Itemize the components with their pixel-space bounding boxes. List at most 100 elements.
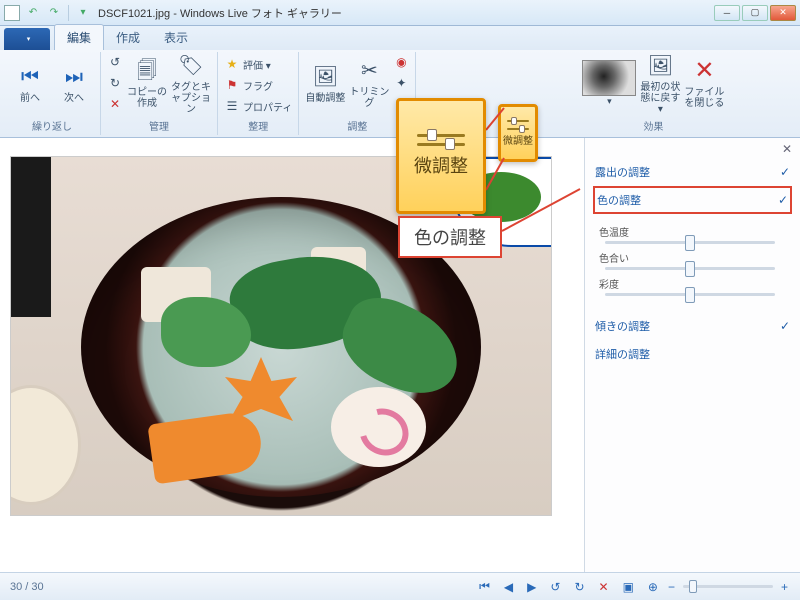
section-exposure[interactable]: 露出の調整 ✓	[593, 158, 792, 186]
group-manage-label: 管理	[149, 118, 169, 133]
redo-icon[interactable]: ↷	[45, 4, 63, 22]
file-menu-button[interactable]	[4, 28, 50, 50]
close-button[interactable]: ✕	[770, 5, 796, 21]
status-delete-button[interactable]: ✕	[597, 580, 611, 594]
group-organize: ★評価 ▾ ⚑フラグ ☰プロパティ 整理	[218, 52, 299, 135]
fine-tune-callout: 微調整	[396, 98, 486, 214]
status-rotate-left-button[interactable]: ↺	[548, 580, 562, 594]
next-label: 次へ	[64, 93, 84, 104]
section-straighten[interactable]: 傾きの調整 ✓	[593, 312, 792, 340]
auto-adjust-button[interactable]: 🖼 自動調整	[305, 50, 345, 116]
copy-icon: 🗐	[133, 57, 161, 85]
zoom-thumb[interactable]	[689, 580, 697, 593]
maximize-button[interactable]: ▢	[742, 5, 768, 21]
rating-button[interactable]: ★評価 ▾	[224, 54, 292, 74]
redeye-icon: ◉	[393, 54, 409, 70]
next-button[interactable]: ⏭ 次へ	[54, 50, 94, 116]
slider-saturation: 彩度	[599, 276, 790, 296]
tab-view[interactable]: 表示	[152, 25, 200, 50]
tab-edit[interactable]: 編集	[54, 24, 104, 50]
status-rotate-right-button[interactable]: ↻	[572, 580, 586, 594]
zoom-out-button[interactable]: −	[666, 580, 677, 594]
group-manage: ↺ ↻ ✕ 🗐 コピーの作成 🏷 タグとキャプション 管理	[101, 52, 218, 135]
crop-label: トリミング	[349, 87, 389, 109]
slider-tint: 色合い	[599, 250, 790, 270]
flag-icon: ⚑	[224, 77, 240, 93]
slider-temperature-track[interactable]	[605, 241, 775, 244]
status-next-button[interactable]: ▶	[525, 580, 538, 594]
tag-icon: 🏷	[177, 52, 205, 80]
fine-tune-callout-label: 微調整	[414, 152, 468, 178]
next-icon: ⏭	[60, 63, 88, 91]
prev-label: 前へ	[20, 93, 40, 104]
panel-close-button[interactable]: ✕	[782, 142, 792, 156]
revert-button[interactable]: 🖼 最初の状態に戻す ▾	[640, 50, 680, 116]
color-adjust-callout-label: 色の調整	[414, 228, 486, 248]
window-controls: ─ ▢ ✕	[714, 5, 796, 21]
crop-button[interactable]: ✂ トリミング	[349, 50, 389, 116]
effect-thumbnail	[582, 60, 636, 96]
slider-saturation-track[interactable]	[605, 293, 775, 296]
callout-connector-2	[500, 183, 590, 243]
title-filename: DSCF1021.jpg	[98, 8, 170, 20]
delete-button[interactable]: ✕	[107, 94, 123, 114]
slider-tint-track[interactable]	[605, 267, 775, 270]
zoom-control: ⊕ − +	[646, 580, 790, 594]
flag-button[interactable]: ⚑フラグ	[224, 75, 292, 95]
slider-thumb[interactable]	[685, 235, 695, 251]
zoom-in-button[interactable]: +	[779, 580, 790, 594]
tag-caption-label: タグとキャプション	[171, 82, 211, 115]
group-adjust-label: 調整	[347, 118, 367, 133]
make-copy-button[interactable]: 🗐 コピーの作成	[127, 50, 167, 116]
title-separator: -	[173, 8, 180, 20]
make-copy-label: コピーの作成	[127, 87, 167, 109]
group-navigation: ⏮ 前へ ⏭ 次へ 繰り返し	[4, 52, 101, 135]
properties-icon: ☰	[224, 98, 240, 114]
retouch-icon: ✦	[393, 75, 409, 91]
sliders-icon	[417, 134, 465, 146]
retouch-button[interactable]: ✦	[393, 73, 409, 93]
effect-preset-button[interactable]: ▾	[582, 60, 636, 107]
status-slideshow-button[interactable]: ▣	[621, 580, 636, 594]
status-counter: 30 / 30	[10, 581, 44, 593]
group-nav-label: 繰り返し	[32, 118, 72, 133]
section-color[interactable]: 色の調整 ✓	[593, 186, 792, 214]
revert-icon: 🖼	[646, 52, 674, 80]
group-organize-label: 整理	[248, 118, 268, 133]
prev-button[interactable]: ⏮ 前へ	[10, 50, 50, 116]
minimize-button[interactable]: ─	[714, 5, 740, 21]
auto-adjust-label: 自動調整	[305, 93, 345, 104]
auto-adjust-icon: 🖼	[311, 63, 339, 91]
star-icon: ★	[224, 56, 240, 72]
rotate-left-button[interactable]: ↺	[107, 52, 123, 72]
slider-thumb[interactable]	[685, 287, 695, 303]
color-adjust-callout: 色の調整	[398, 216, 502, 258]
status-prev-button[interactable]: ◀	[502, 580, 515, 594]
zoom-fit-button[interactable]: ⊕	[646, 580, 660, 594]
quick-access-toolbar: ↶ ↷ ▾	[24, 4, 92, 22]
status-bar: 30 / 30 ⏮ ◀ ▶ ↺ ↻ ✕ ▣ ⊕ − +	[0, 572, 800, 600]
tab-create[interactable]: 作成	[104, 25, 152, 50]
check-icon: ✓	[780, 319, 790, 333]
color-sliders: 色温度 色合い 彩度	[593, 214, 792, 312]
status-first-button[interactable]: ⏮	[477, 579, 492, 594]
slider-thumb[interactable]	[685, 261, 695, 277]
revert-label: 最初の状態に戻す ▾	[640, 82, 680, 115]
zoom-slider[interactable]	[683, 585, 773, 588]
section-straighten-label: 傾きの調整	[595, 318, 650, 334]
adjust-panel: ✕ 露出の調整 ✓ 色の調整 ✓ 色温度 色合い 彩度 傾きの調整	[584, 138, 800, 572]
close-file-button[interactable]: ✕ ファイルを閉じる	[684, 50, 724, 116]
section-detail[interactable]: 詳細の調整	[593, 340, 792, 368]
tag-caption-button[interactable]: 🏷 タグとキャプション	[171, 50, 211, 116]
redeye-button[interactable]: ◉	[393, 52, 409, 72]
qat-dropdown-icon[interactable]: ▾	[74, 4, 92, 22]
prev-icon: ⏮	[16, 63, 44, 91]
rotate-left-icon: ↺	[107, 54, 123, 70]
rotate-right-button[interactable]: ↻	[107, 73, 123, 93]
properties-button[interactable]: ☰プロパティ	[224, 96, 292, 116]
undo-icon[interactable]: ↶	[24, 4, 42, 22]
slider-temperature: 色温度	[599, 224, 790, 244]
group-effects: ▾ 🖼 最初の状態に戻す ▾ ✕ ファイルを閉じる 効果	[576, 52, 730, 135]
title-bar: ↶ ↷ ▾ DSCF1021.jpg - Windows Live フォト ギャ…	[0, 0, 800, 26]
photo-detail	[10, 385, 81, 505]
